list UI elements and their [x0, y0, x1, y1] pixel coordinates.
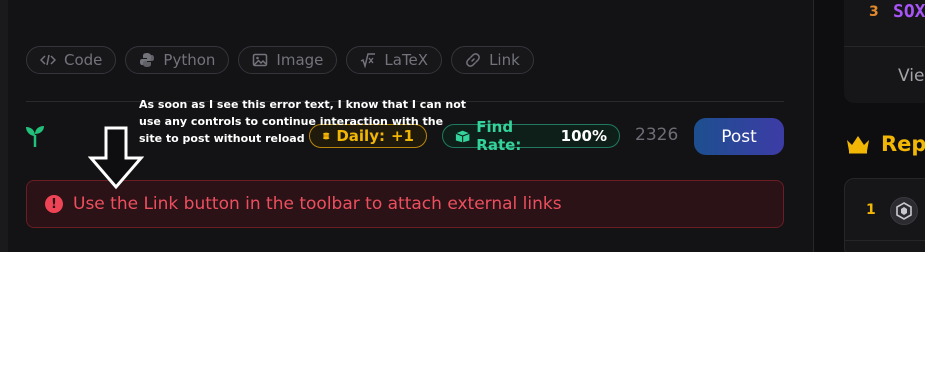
link-icon — [466, 53, 480, 67]
sprout-icon — [26, 126, 44, 147]
code-icon — [40, 54, 56, 66]
list-rank: 1 — [866, 202, 876, 218]
latex-icon — [361, 53, 376, 68]
error-message: Use the Link button in the toolbar to at… — [73, 194, 562, 214]
image-button[interactable]: Image — [238, 46, 338, 74]
rank-number: 3 — [869, 4, 879, 20]
card-divider — [844, 46, 925, 47]
avatar[interactable] — [890, 197, 918, 225]
code-button[interactable]: Code — [26, 46, 117, 74]
find-rate-label: Find Rate: — [476, 118, 522, 154]
view-all-link[interactable]: Vie — [898, 66, 924, 86]
code-label: Code — [64, 51, 103, 69]
image-label: Image — [276, 51, 324, 69]
left-edge — [0, 0, 8, 252]
section-title: Rep — [881, 132, 925, 156]
image-icon — [253, 53, 268, 67]
python-button[interactable]: Python — [125, 46, 230, 74]
latex-label: LaTeX — [384, 51, 429, 69]
formatting-toolbar: Code Python Image LaTeX Link — [26, 46, 534, 74]
character-count: 2326 — [635, 125, 679, 145]
screenshot-area: Code Python Image LaTeX Link Daily: +1 F… — [0, 0, 925, 252]
crown-icon — [847, 136, 869, 154]
card-divider — [844, 240, 925, 241]
error-icon: ! — [45, 195, 63, 213]
link-label: Link — [489, 51, 520, 69]
post-button[interactable]: Post — [694, 118, 784, 155]
avatar-icon — [896, 202, 912, 220]
link-button[interactable]: Link — [451, 46, 534, 74]
leader-name[interactable]: SOX — [893, 1, 925, 22]
latex-button[interactable]: LaTeX — [346, 46, 443, 74]
find-rate-value: 100% — [560, 127, 607, 145]
annotation-text: As soon as I see this error text, I know… — [139, 98, 467, 145]
python-icon — [140, 53, 155, 67]
down-arrow-icon — [88, 126, 144, 190]
python-label: Python — [163, 51, 216, 69]
